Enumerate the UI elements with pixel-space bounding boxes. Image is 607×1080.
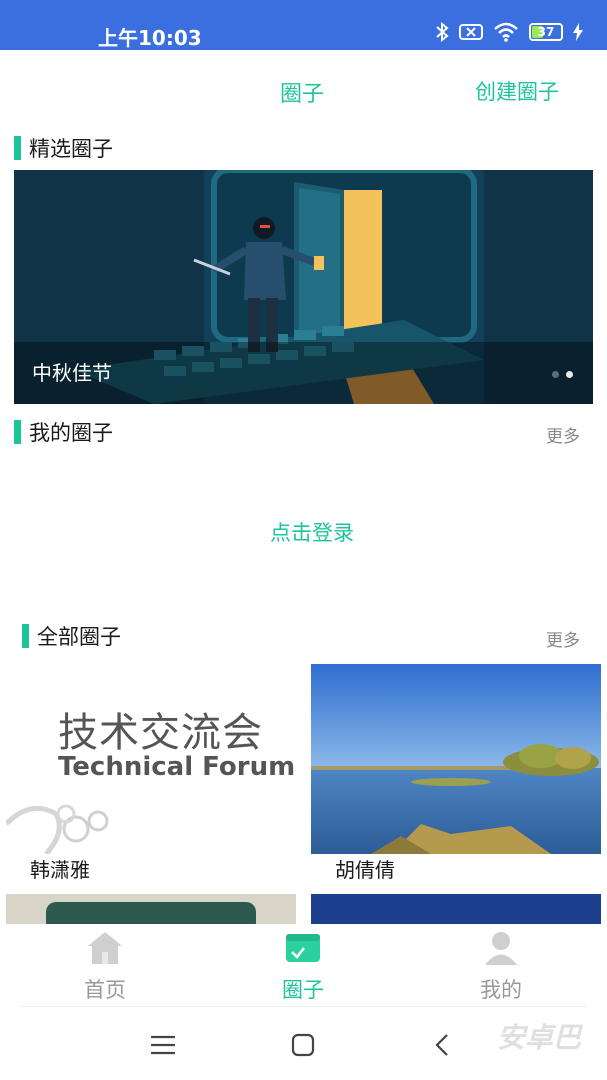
nav-circle-label: 圈子 [282,978,324,1002]
circle-card-name[interactable]: 韩潇雅 [30,854,90,883]
back-icon[interactable] [428,1030,458,1060]
circle-card-partial[interactable] [6,894,296,924]
header: 圈子 创建圈子 [0,50,607,130]
featured-title-text: 精选圈子 [29,137,113,161]
home-icon [88,932,122,964]
status-icons: 37 [435,22,583,42]
all-circles-section-title: 全部圈子 [22,621,121,651]
card-image [46,902,256,924]
my-circles-section-title: 我的圈子 [14,417,113,447]
nav-divider [20,1006,587,1007]
sim-off-icon [459,24,483,40]
banner-dot-active[interactable] [566,371,573,378]
my-circles-title-text: 我的圈子 [29,421,113,445]
featured-banner[interactable]: 中秋佳节 [14,170,593,404]
featured-section-title: 精选圈子 [14,133,113,163]
bluetooth-icon [436,22,449,42]
nav-mine-label: 我的 [480,978,522,1002]
nav-home[interactable]: 首页 [65,930,145,1004]
section-marker [14,420,21,444]
banner-dot[interactable] [552,371,559,378]
battery-level: 37 [537,25,555,39]
section-marker [22,624,29,648]
user-icon [485,932,517,965]
all-circles-more-link[interactable]: 更多 [546,626,580,651]
watermark-logo: 安卓巴 [496,1021,581,1054]
all-circles-title-text: 全部圈子 [37,625,121,649]
battery-icon: 37 [529,23,563,41]
login-link[interactable]: 点击登录 [270,517,354,547]
nav-circle[interactable]: 圈子 [263,930,343,1004]
banner-pagination [552,371,573,378]
circle-card[interactable]: 技术交流会 Technical Forum [6,664,296,854]
status-time: 上午10:03 [98,26,202,50]
banner-caption: 中秋佳节 [32,361,112,385]
create-circle-button[interactable]: 创建圈子 [475,76,559,106]
wifi-icon [494,22,518,42]
nav-mine[interactable]: 我的 [461,930,541,1004]
bottom-navigation: 首页 圈子 我的 [0,924,607,1008]
charging-icon [573,23,583,41]
my-circles-more-link[interactable]: 更多 [546,422,580,447]
card-image-en-text: Technical Forum [58,752,296,782]
circle-card-name[interactable]: 胡倩倩 [335,854,395,883]
circle-card-partial[interactable] [311,894,601,924]
card-image [311,664,601,854]
circle-card[interactable] [311,664,601,854]
menu-icon[interactable] [148,1030,178,1060]
section-marker [14,136,21,160]
status-bar: 上午10:03 37 [0,0,607,50]
page-title: 圈子 [280,82,325,107]
home-button-icon[interactable] [288,1030,318,1060]
card-image-cn-text: 技术交流会 [58,710,263,756]
nav-home-label: 首页 [84,978,126,1002]
circle-icon [286,934,320,962]
